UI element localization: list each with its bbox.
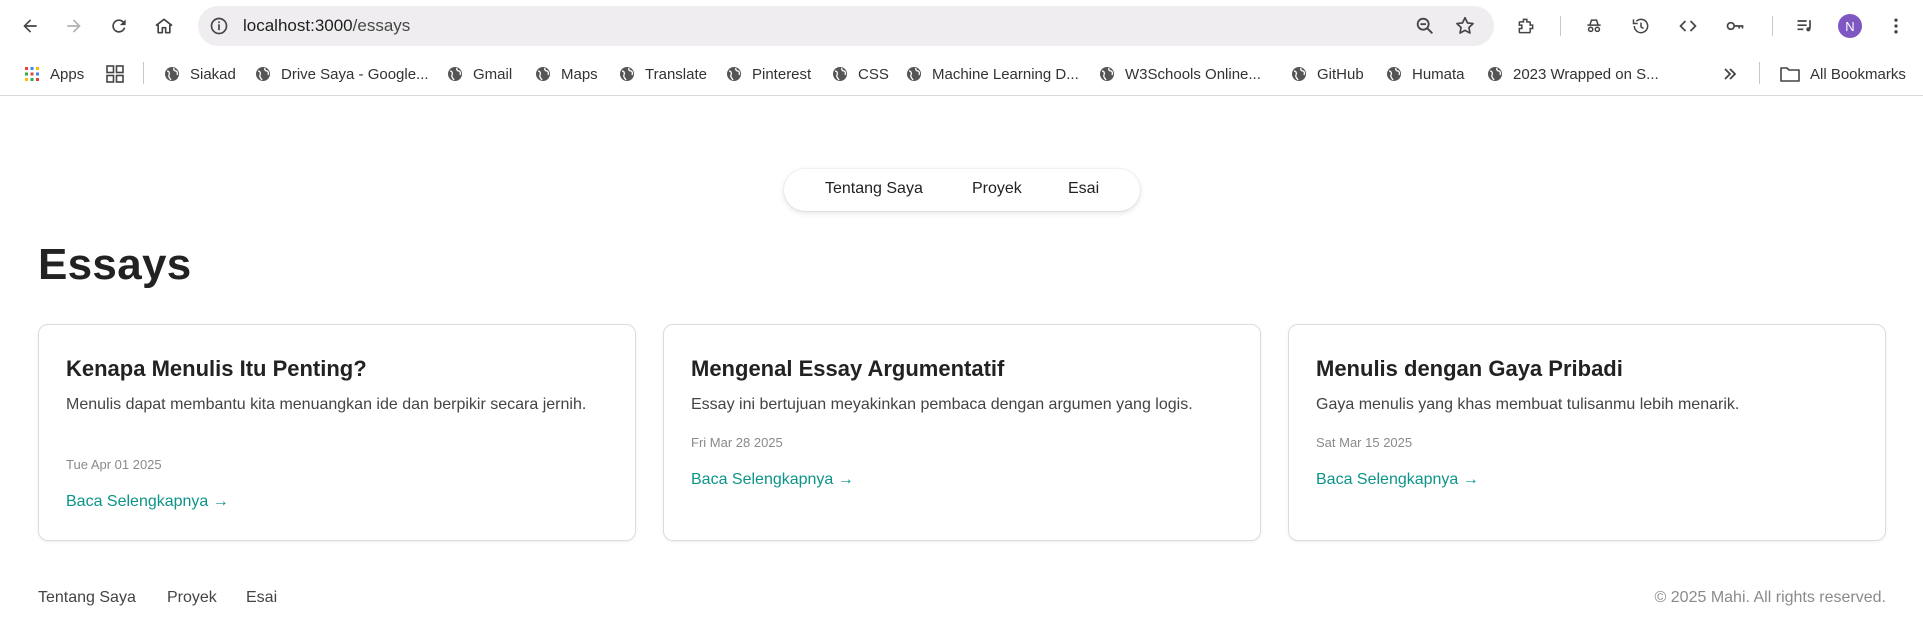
globe-icon	[1100, 67, 1114, 81]
bookmark-github[interactable]: GitHub	[1291, 62, 1364, 86]
footer-link-esai[interactable]: Esai	[246, 589, 277, 607]
url-text[interactable]: localhost:3000/essays	[243, 16, 410, 36]
bookmark-maps[interactable]: Maps	[535, 62, 598, 86]
bookmark-translate[interactable]: Translate	[619, 62, 707, 86]
globe-icon	[448, 67, 462, 81]
globe-icon	[1387, 67, 1401, 81]
toolbar-divider	[1772, 16, 1773, 36]
bookmark-label: Humata	[1412, 65, 1465, 83]
password-key-icon[interactable]	[1719, 10, 1751, 42]
globe-icon	[620, 67, 634, 81]
bookmark-label: Pinterest	[752, 65, 812, 83]
bookmark-gmail[interactable]: Gmail	[447, 62, 512, 86]
read-more-link[interactable]: Baca Selengkapnya →	[66, 493, 229, 511]
incognito-icon[interactable]	[1578, 10, 1610, 42]
toolbar-divider	[1560, 16, 1561, 36]
essay-date: Fri Mar 28 2025	[691, 435, 783, 450]
back-icon[interactable]	[14, 10, 46, 42]
globe-icon	[833, 67, 847, 81]
bookmark-label: GitHub	[1317, 65, 1364, 83]
essay-title: Mengenal Essay Argumentatif	[691, 356, 1005, 381]
page-title: Essays	[38, 240, 192, 289]
extensions-icon[interactable]	[1510, 10, 1542, 42]
folder-icon	[1780, 67, 1800, 82]
essay-excerpt: Gaya menulis yang khas membuat tulisanmu…	[1316, 396, 1740, 413]
bookmark-label: Gmail	[473, 65, 513, 83]
bookmark-star-icon[interactable]	[1454, 15, 1476, 42]
essay-title: Kenapa Menulis Itu Penting?	[66, 356, 367, 381]
bookmark-drive[interactable]: Drive Saya - Google...	[255, 62, 429, 86]
menu-kebab-icon[interactable]	[1880, 10, 1912, 42]
essay-date: Sat Mar 15 2025	[1316, 435, 1413, 450]
bookmark-wrapped[interactable]: 2023 Wrapped on S...	[1487, 62, 1659, 86]
bookmark-label: Maps	[561, 65, 598, 83]
nav-item-tentang-saya[interactable]: Tentang Saya	[825, 180, 923, 198]
history-icon[interactable]	[1625, 10, 1657, 42]
footer-link-proyek[interactable]: Proyek	[167, 589, 217, 607]
bookmark-machine-learning[interactable]: Machine Learning D...	[906, 62, 1079, 86]
bookmark-humata[interactable]: Humata	[1386, 62, 1465, 86]
globe-icon	[907, 67, 921, 81]
bookmark-css[interactable]: CSS	[832, 62, 889, 86]
bookmark-label: Machine Learning D...	[932, 65, 1079, 83]
all-bookmarks-label: All Bookmarks	[1810, 65, 1906, 83]
globe-icon	[165, 67, 179, 81]
tab-groups-icon[interactable]	[106, 62, 124, 86]
globe-icon	[536, 67, 550, 81]
bookmark-label: Translate	[645, 65, 707, 83]
bookmark-label: CSS	[858, 65, 889, 83]
zoom-icon[interactable]	[1414, 15, 1436, 42]
top-nav: Tentang Saya Proyek Esai	[784, 169, 1140, 211]
url-path: /essays	[352, 16, 411, 35]
forward-icon[interactable]	[58, 10, 90, 42]
essay-card: Mengenal Essay Argumentatif Essay ini be…	[663, 324, 1261, 541]
globe-icon	[1292, 67, 1306, 81]
nav-item-proyek[interactable]: Proyek	[972, 180, 1022, 198]
all-bookmarks-button[interactable]: All Bookmarks	[1780, 62, 1906, 86]
reload-icon[interactable]	[103, 10, 135, 42]
reading-list-icon[interactable]	[1789, 10, 1821, 42]
globe-icon	[727, 67, 741, 81]
avatar-letter: N	[1845, 18, 1855, 34]
read-more-link[interactable]: Baca Selengkapnya →	[691, 471, 854, 489]
globe-icon	[1488, 67, 1502, 81]
code-icon[interactable]	[1672, 10, 1704, 42]
globe-icon	[256, 67, 270, 81]
url-host: localhost:3000	[243, 16, 353, 35]
site-info-icon[interactable]	[208, 15, 230, 37]
browser-toolbar: localhost:3000/essays N	[0, 0, 1923, 52]
nav-item-esai[interactable]: Esai	[1068, 180, 1099, 198]
essay-excerpt: Essay ini bertujuan meyakinkan pembaca d…	[691, 396, 1193, 413]
bookmark-pinterest[interactable]: Pinterest	[726, 62, 811, 86]
bookmarks-divider	[143, 62, 144, 84]
footer-link-tentang-saya[interactable]: Tentang Saya	[38, 589, 136, 607]
essay-title: Menulis dengan Gaya Pribadi	[1316, 356, 1623, 381]
bookmark-label: Siakad	[190, 65, 236, 83]
copyright-text: © 2025 Mahi. All rights reserved.	[1654, 589, 1886, 606]
essay-excerpt: Menulis dapat membantu kita menuangkan i…	[66, 396, 587, 413]
read-more-link[interactable]: Baca Selengkapnya →	[1316, 471, 1479, 489]
essay-card: Menulis dengan Gaya Pribadi Gaya menulis…	[1288, 324, 1886, 541]
bookmarks-bar: Apps Siakad Drive Saya - Google... Gmail…	[0, 52, 1923, 96]
essay-date: Tue Apr 01 2025	[66, 457, 162, 472]
bookmark-siakad[interactable]: Siakad	[164, 62, 236, 86]
bookmark-label: 2023 Wrapped on S...	[1513, 65, 1659, 83]
bookmarks-overflow-icon[interactable]	[1722, 62, 1738, 86]
address-bar[interactable]: localhost:3000/essays	[198, 6, 1494, 46]
bookmark-apps[interactable]: Apps	[24, 62, 84, 86]
profile-avatar[interactable]: N	[1838, 14, 1862, 38]
bookmark-label: Apps	[50, 65, 85, 83]
bookmark-label: Drive Saya - Google...	[281, 65, 429, 83]
essay-card: Kenapa Menulis Itu Penting? Menulis dapa…	[38, 324, 636, 541]
bookmarks-divider	[1759, 62, 1760, 84]
apps-grid-icon	[25, 67, 39, 81]
home-icon[interactable]	[148, 10, 180, 42]
bookmark-label: W3Schools Online...	[1125, 65, 1261, 83]
bookmark-w3schools[interactable]: W3Schools Online...	[1099, 62, 1261, 86]
